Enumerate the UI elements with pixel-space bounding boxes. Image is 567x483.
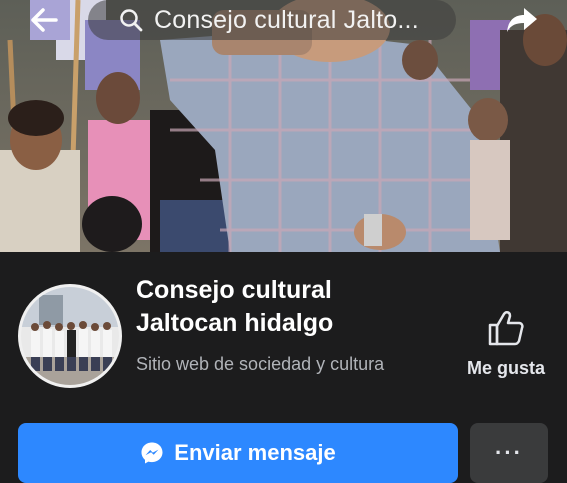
page-category: Sitio web de sociedad y cultura xyxy=(136,354,385,374)
search-icon xyxy=(118,7,144,33)
messenger-icon xyxy=(140,441,164,465)
page-title-line-1: Consejo cultural xyxy=(136,276,332,304)
share-button[interactable] xyxy=(500,2,544,38)
back-arrow-icon xyxy=(31,8,58,32)
page-title[interactable]: Consejo cultural Jaltocan hidalgo xyxy=(136,274,436,340)
page-avatar[interactable] xyxy=(18,284,122,388)
page-profile-header: Consejo cultural Jaltocan hidalgo Sitio … xyxy=(0,252,567,417)
more-icon: ··· xyxy=(495,440,523,465)
thumbs-up-icon xyxy=(488,311,524,346)
search-bar[interactable]: Consejo cultural Jalto... xyxy=(88,0,456,40)
page-title-line-2: Jaltocan hidalgo xyxy=(136,309,334,337)
more-options-button[interactable]: ··· xyxy=(470,423,548,483)
like-button[interactable]: Me gusta xyxy=(456,308,556,388)
send-message-label: Enviar mensaje xyxy=(174,440,336,465)
search-query: Consejo cultural Jalto... xyxy=(154,5,419,34)
action-bar: Enviar mensaje ··· xyxy=(0,417,567,483)
avatar-image xyxy=(21,287,119,385)
back-button[interactable] xyxy=(24,2,64,38)
top-bar: Consejo cultural Jalto... xyxy=(0,0,567,44)
send-message-button[interactable]: Enviar mensaje xyxy=(18,423,458,483)
share-icon xyxy=(507,8,537,32)
like-label: Me gusta xyxy=(466,358,545,378)
